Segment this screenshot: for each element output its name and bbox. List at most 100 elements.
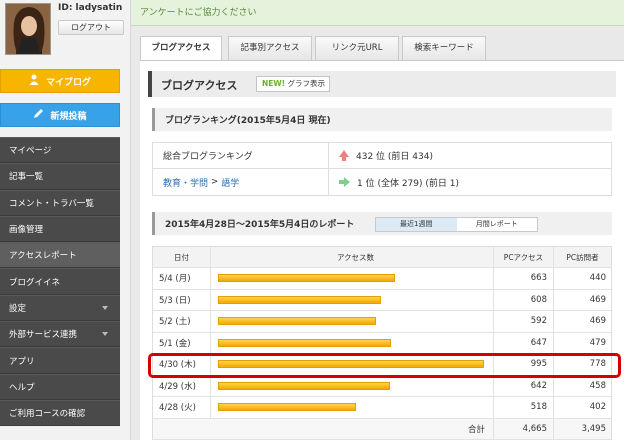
ranking-table: 総合ブログランキング 432 位 (前日 434) 教育・学問 > 語学 1 位… [152, 142, 612, 196]
access-bar [218, 274, 395, 283]
tab-blog-access[interactable]: ブログアクセス [140, 36, 222, 61]
sidebar-item-mypage[interactable]: マイページ [0, 137, 120, 164]
sidebar: ID: ladysatin ログアウト マイブログ 新規投稿 マイページ 記事一… [0, 0, 131, 440]
page-title-bar: ブログアクセス NEW! グラフ表示 [148, 71, 616, 97]
page-title: ブログアクセス [161, 79, 238, 92]
date-cell: 5/3 (日) [153, 289, 211, 310]
total-pc-visitors: 3,495 [581, 423, 606, 434]
pc-access-cell: 518 [494, 397, 554, 418]
sidebar-item-access-report[interactable]: アクセスレポート [0, 242, 120, 269]
column-header-date: 日付 [153, 247, 211, 267]
logout-button[interactable]: ログアウト [58, 20, 124, 35]
arrow-up-icon [339, 150, 349, 161]
sidebar-item-external-services[interactable]: 外部サービス連携 [0, 321, 120, 348]
ranking-row: 教育・学問 > 語学 1 位 (全体 279) (前日 1) [153, 169, 611, 195]
pc-access-cell: 608 [494, 289, 554, 310]
sidebar-item-label: マイページ [9, 146, 52, 157]
access-bar-cell [211, 289, 494, 310]
sidebar-nav: マイページ 記事一覧 コメント・トラバ一覧 画像管理 アクセスレポート ブログイ… [0, 137, 120, 427]
tab-search-keywords[interactable]: 検索キーワード [402, 36, 486, 60]
highlight-annotation [148, 353, 621, 378]
sidebar-item-label: 設定 [9, 303, 27, 314]
arrow-right-icon [339, 177, 350, 187]
graph-view-label: グラフ表示 [287, 79, 325, 88]
chevron-down-icon [102, 305, 108, 310]
date-cell: 4/28 (火) [153, 397, 211, 418]
table-header: 日付 アクセス数 PCアクセス PC訪問者 [153, 247, 611, 268]
tab-referrer-url[interactable]: リンク元URL [315, 36, 399, 60]
table-total-row: 合計 4,665 3,495 [153, 418, 611, 440]
my-blog-button[interactable]: マイブログ [0, 69, 120, 93]
column-header-pc-visitors: PC訪問者 [566, 252, 599, 262]
table-row: 5/1 (金) 647 479 [153, 332, 611, 354]
access-bar [218, 381, 390, 390]
sidebar-item-label: 記事一覧 [9, 172, 44, 183]
sidebar-item-label: 外部サービス連携 [9, 330, 78, 341]
category-link-language[interactable]: 語学 [221, 176, 239, 189]
sidebar-item-label: アクセスレポート [9, 251, 77, 262]
access-bar-cell [211, 268, 494, 289]
sidebar-item-comments[interactable]: コメント・トラバ一覧 [0, 189, 120, 216]
table-row: 4/28 (火) 518 402 [153, 397, 611, 419]
access-bar [218, 403, 356, 412]
sidebar-item-help[interactable]: ヘルプ [0, 373, 120, 400]
sidebar-item-apps[interactable]: アプリ [0, 347, 120, 374]
report-heading-bar: 2015年4月28日～2015年5月4日のレポート 最近1週間 月間レポート [152, 212, 612, 235]
sidebar-item-course[interactable]: ご利用コースの確認 [0, 399, 120, 427]
tab-monthly-report[interactable]: 月間レポート [456, 218, 537, 231]
access-bar-cell [211, 332, 494, 353]
sidebar-item-label: ブログイイネ [9, 277, 61, 288]
pc-visitors-cell: 469 [589, 294, 606, 305]
report-heading: 2015年4月28日～2015年5月4日のレポート [165, 220, 355, 230]
sidebar-item-label: 画像管理 [9, 225, 44, 236]
my-blog-label: マイブログ [45, 77, 91, 88]
pc-access-cell: 642 [494, 375, 554, 396]
ranking-value: 432 位 (前日 434) [356, 152, 433, 162]
pencil-icon [33, 108, 44, 122]
pc-access-cell: 663 [494, 268, 554, 289]
graph-view-button[interactable]: NEW! グラフ表示 [256, 76, 330, 92]
sidebar-item-label: アプリ [9, 356, 35, 367]
main-panel: ブログアクセス NEW! グラフ表示 ブログランキング(2015年5月4日 現在… [140, 60, 624, 440]
sidebar-item-articles[interactable]: 記事一覧 [0, 163, 120, 190]
user-icon [29, 74, 40, 88]
new-badge: NEW! [262, 79, 286, 88]
new-post-button[interactable]: 新規投稿 [0, 103, 120, 127]
sidebar-item-images[interactable]: 画像管理 [0, 215, 120, 243]
category-link-education[interactable]: 教育・学問 [163, 176, 208, 189]
sidebar-item-blog-iine[interactable]: ブログイイネ [0, 268, 120, 295]
report-period-tabs: 最近1週間 月間レポート [375, 217, 538, 232]
table-row: 4/29 (水) 642 458 [153, 375, 611, 397]
pc-access-cell: 592 [494, 311, 554, 332]
table-row: 5/3 (日) 608 469 [153, 289, 611, 311]
sidebar-item-settings[interactable]: 設定 [0, 294, 120, 322]
column-header-pc-access: PCアクセス [494, 247, 554, 267]
tab-last-week[interactable]: 最近1週間 [376, 218, 457, 231]
access-bar [218, 295, 381, 304]
chevron-down-icon [102, 332, 108, 337]
total-pc-access: 4,665 [494, 418, 554, 439]
pc-visitors-cell: 458 [589, 380, 606, 391]
sidebar-item-label: ご利用コースの確認 [9, 409, 86, 420]
column-header-access: アクセス数 [211, 247, 494, 267]
survey-notice[interactable]: アンケートにご協力ください [131, 0, 624, 26]
ranking-value: 1 位 (全体 279) (前日 1) [357, 178, 459, 189]
ranking-heading: ブログランキング(2015年5月4日 現在) [165, 116, 331, 126]
access-bar-cell [211, 397, 494, 418]
access-bar-cell [211, 375, 494, 396]
date-cell: 4/29 (水) [153, 375, 211, 396]
access-table: 日付 アクセス数 PCアクセス PC訪問者 5/4 (月) 663 440 5/3 (… [152, 246, 612, 440]
date-cell: 5/1 (金) [153, 332, 211, 353]
pc-visitors-cell: 469 [589, 316, 606, 327]
ranking-row: 総合ブログランキング 432 位 (前日 434) [153, 143, 611, 169]
avatar[interactable] [5, 3, 51, 55]
tab-article-access[interactable]: 記事別アクセス [228, 36, 312, 60]
access-bar [218, 317, 376, 326]
total-label: 合計 [211, 418, 494, 439]
date-cell: 5/4 (月) [153, 268, 211, 289]
ranking-category: 教育・学問 > 語学 [153, 169, 329, 195]
pc-access-cell: 647 [494, 332, 554, 353]
pc-visitors-cell: 440 [589, 273, 606, 284]
date-cell: 5/2 (土) [153, 311, 211, 332]
pc-visitors-cell: 402 [589, 402, 606, 413]
